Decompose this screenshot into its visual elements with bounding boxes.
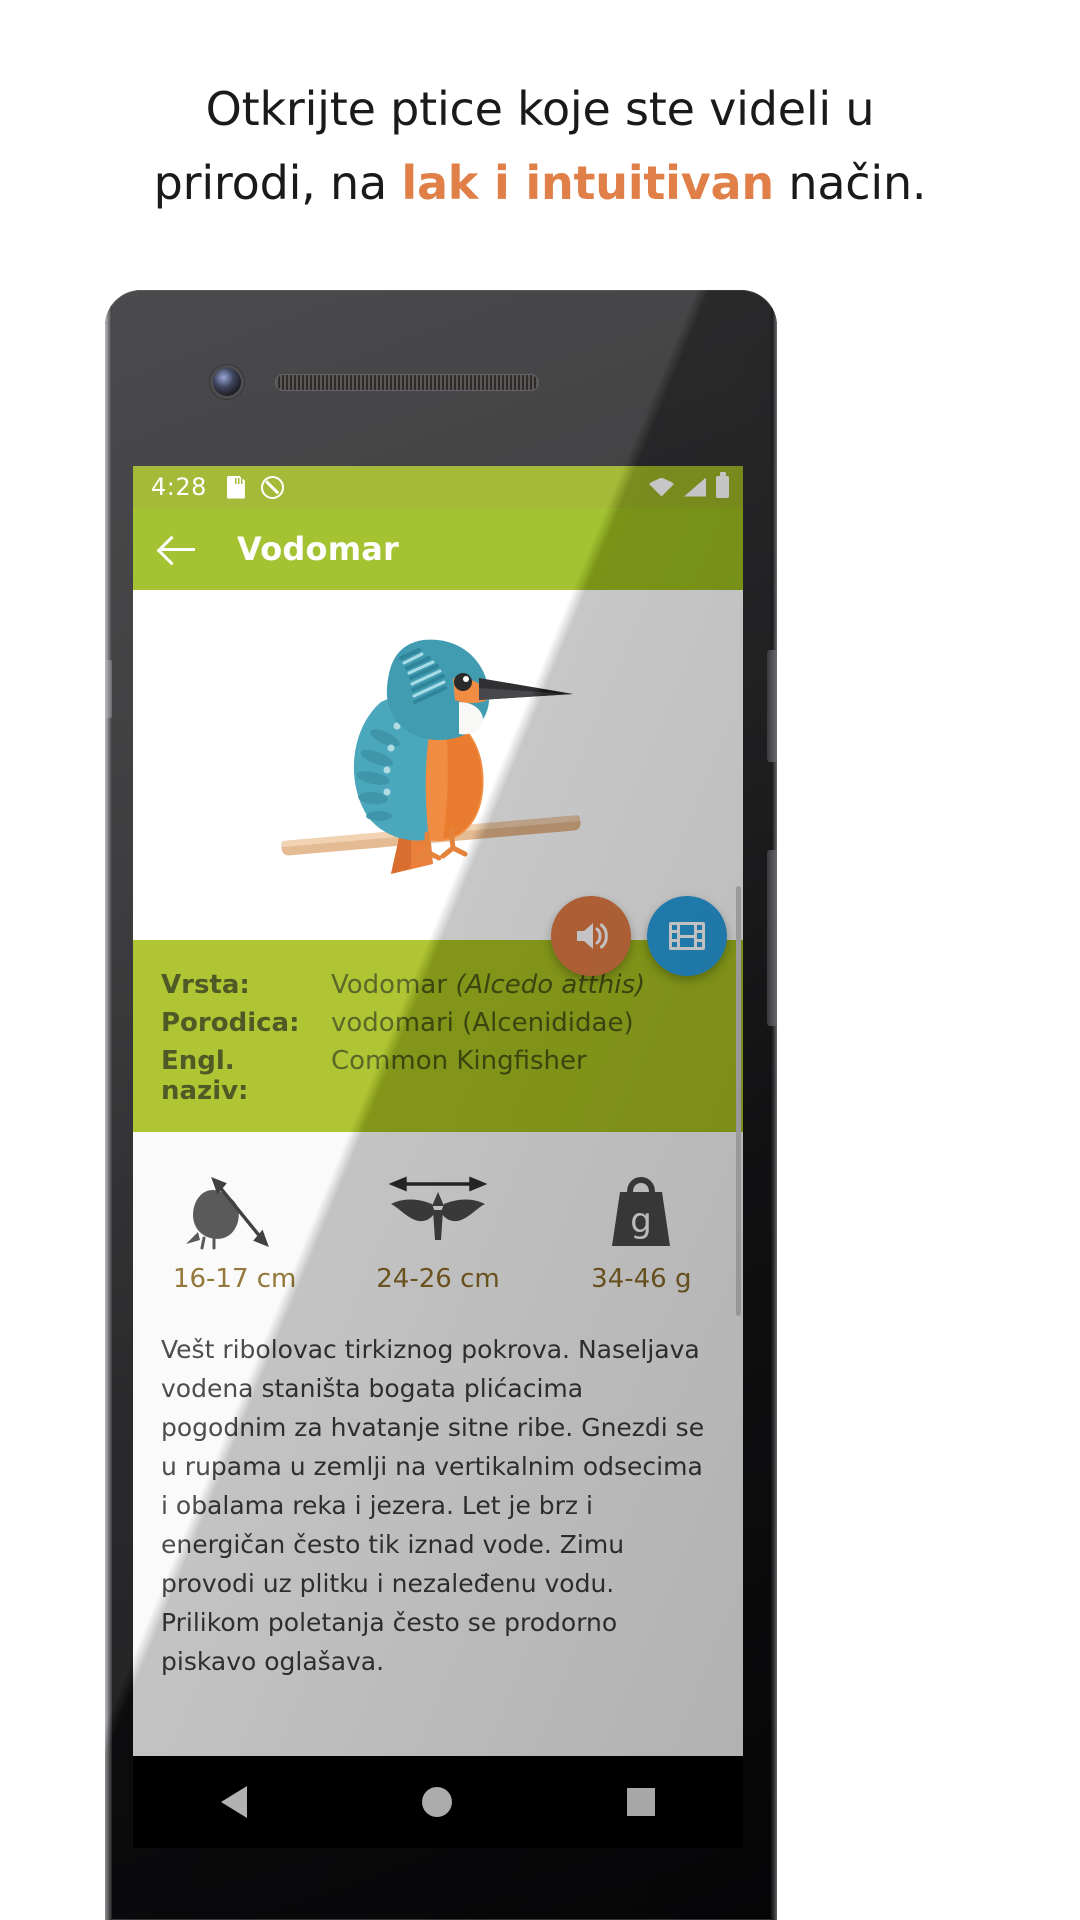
left-side-button[interactable] [105,660,112,718]
status-bar: 4:28 [133,466,743,508]
stat-value-wingspan: 24-26 cm [376,1264,500,1294]
power-button[interactable] [767,650,777,762]
phone-device-mockup: 4:28 Vodomar Vrsta: Vodomar (Alcedo atth… [105,290,777,1920]
info-row-family: Porodica: vodomari (Alcenididae) [133,1004,743,1042]
svg-text:g: g [631,1201,653,1241]
battery-icon [716,476,729,498]
info-row-english-name: Engl. naziv: Common Kingfisher [133,1042,743,1110]
headline-line-2: prirodi, na lak i intuitivan način. [0,146,1080,220]
info-label-english-name: Engl. naziv: [161,1046,249,1106]
headline-line-2-pre: prirodi, na [153,156,402,210]
back-arrow-icon[interactable] [157,527,201,571]
stat-value-weight: 34-46 g [591,1264,692,1294]
info-label-species: Vrsta: [161,970,250,1000]
speaker-icon [577,923,608,949]
front-camera-icon [213,368,241,396]
info-value-english-name: Common Kingfisher [331,1046,587,1076]
stat-body-length: 16-17 cm [133,1160,336,1294]
bird-wingspan-icon [383,1160,493,1252]
wifi-icon [649,477,674,497]
stat-wingspan: 24-26 cm [336,1160,539,1294]
android-navigation-bar [133,1756,743,1848]
content-scrollbar[interactable] [736,886,741,1316]
play-sound-button[interactable] [551,896,631,976]
app-bar: Vodomar [133,508,743,590]
headline-line-2-post: način. [773,156,927,210]
app-bar-title: Vodomar [237,530,400,568]
status-bar-left-icons [227,475,284,499]
volume-button[interactable] [767,850,777,1026]
device-edge-left [105,290,112,1920]
info-value-species-text: Vodomar [331,970,456,1000]
headline-line-1: Otkrijte ptice koje ste videli u [205,82,875,136]
device-edge-right [771,290,777,1920]
play-video-button[interactable] [647,896,727,976]
cellular-signal-icon [684,477,706,497]
nav-back-icon[interactable] [220,1786,247,1818]
species-description: Vešt ribolovac tirkiznog pokrova. Naselj… [133,1314,743,1681]
bird-illustration-panel [133,590,743,976]
nav-home-icon[interactable] [421,1787,452,1817]
status-bar-right-icons [649,476,729,498]
info-value-family: vodomari (Alcenididae) [331,1008,634,1038]
film-icon [669,922,705,950]
stat-weight: g 34-46 g [540,1160,743,1294]
page-headline: Otkrijte ptice koje ste videli u prirodi… [0,72,1080,220]
earpiece-speaker [276,375,538,390]
headline-accent-text: lak i intuitivan [401,156,774,210]
nav-recents-icon[interactable] [627,1788,656,1816]
common-kingfisher-illustration [281,639,581,874]
media-action-buttons [551,896,727,976]
sd-card-icon [227,476,245,499]
info-label-family: Porodica: [161,1008,300,1038]
do-not-disturb-icon [260,475,284,499]
stat-value-body-length: 16-17 cm [172,1264,297,1294]
status-bar-time: 4:28 [151,473,207,501]
bird-length-icon [180,1160,290,1252]
bird-weight-icon: g [586,1160,696,1252]
phone-screen: 4:28 Vodomar Vrsta: Vodomar (Alcedo atth… [133,466,743,1756]
measurements-row: 16-17 cm 24-26 cm g 34-46 g [133,1132,743,1314]
